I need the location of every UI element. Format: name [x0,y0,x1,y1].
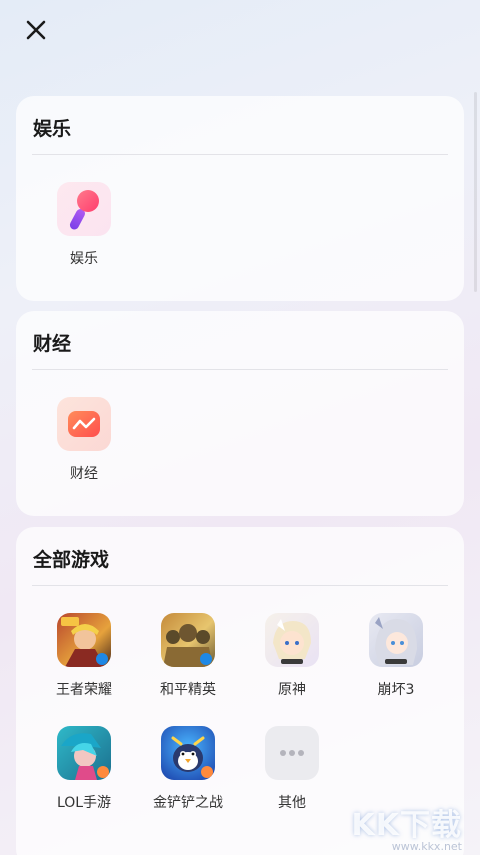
microphone-icon [57,182,111,236]
section-title: 财经 [33,333,72,355]
more-icon [265,726,319,780]
close-button[interactable] [22,16,50,44]
divider [32,154,448,155]
tile-peacekeeper-elite[interactable]: 和平精英 [136,613,240,699]
tile-label: 其他 [278,795,306,811]
section-title: 娱乐 [33,118,72,140]
tile-golden-spatula[interactable]: 金铲铲之战 [136,726,240,812]
tile-label: 金铲铲之战 [153,795,223,811]
tile-label: 王者荣耀 [56,682,112,698]
section-card-finance: 财经 财经 [16,311,464,516]
tile-finance[interactable]: 财经 [32,397,136,483]
tile-label: 财经 [70,466,98,482]
golden-spatula-icon [161,726,215,780]
scrollbar[interactable] [474,92,477,292]
tile-honor-of-kings[interactable]: 王者荣耀 [32,613,136,699]
divider [32,369,448,370]
tile-entertainment[interactable]: 娱乐 [32,182,136,268]
honkai-icon [369,613,423,667]
watermark: KK下载 www.kkx.net [352,800,463,853]
tile-lol-mobile[interactable]: LOL手游 [32,726,136,812]
tile-label: 娱乐 [70,251,98,267]
genshin-icon [265,613,319,667]
lol-mobile-icon [57,726,111,780]
tile-label: 原神 [278,682,306,698]
tile-label: LOL手游 [56,795,112,811]
tile-genshin[interactable]: 原神 [240,613,344,699]
tile-label: 崩坏3 [377,682,415,698]
tile-more[interactable]: 其他 [240,726,344,812]
peacekeeper-elite-icon [161,613,215,667]
section-card-entertainment: 娱乐 娱乐 [16,96,464,301]
close-icon [26,20,46,40]
section-title: 全部游戏 [33,549,110,571]
tile-honkai[interactable]: 崩坏3 [344,613,448,699]
watermark-logo: KK下载 [351,808,462,843]
tile-label: 和平精英 [160,682,216,698]
honor-of-kings-icon [57,613,111,667]
divider [32,585,448,586]
chart-line-icon [57,397,111,451]
